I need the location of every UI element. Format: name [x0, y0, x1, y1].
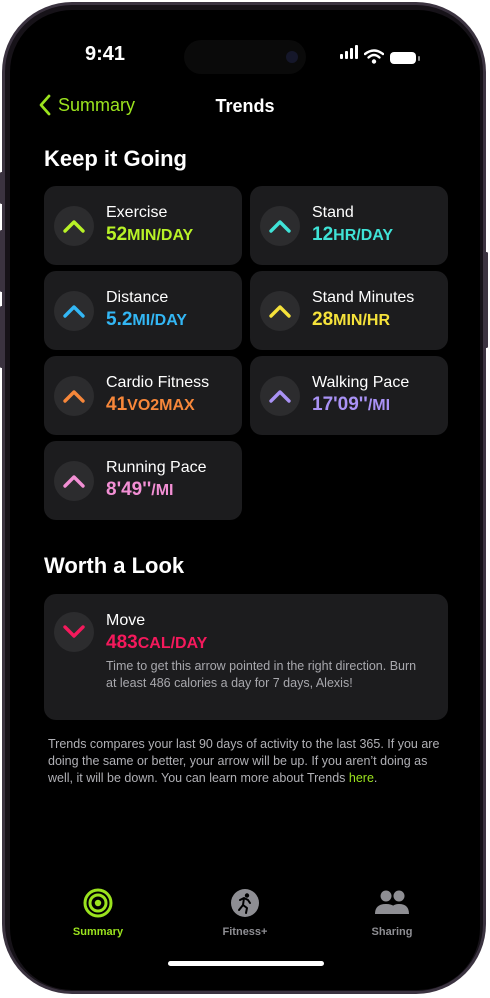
trend-unit: MIN/HR: [333, 312, 391, 329]
trend-unit: /MI: [367, 397, 391, 414]
status-time: 9:41: [85, 43, 126, 65]
status-icons: [340, 45, 420, 64]
side-button: [485, 252, 488, 348]
arrow-up-icon: [54, 376, 94, 416]
learn-more-link[interactable]: here: [349, 771, 374, 785]
trend-unit: MIN/DAY: [127, 227, 194, 244]
trend-value: 17'09'': [312, 394, 368, 415]
summary-rings-icon: [83, 888, 113, 918]
camera-icon: [286, 51, 298, 63]
trend-label: Walking Pace: [312, 374, 410, 391]
arrow-down-icon: [54, 612, 94, 652]
trend-unit: /MI: [151, 482, 174, 499]
tab-label: Fitness+: [222, 926, 268, 938]
explanation-end: .: [373, 771, 378, 785]
trend-label: Distance: [106, 289, 169, 306]
trend-value: 28: [312, 309, 334, 330]
tab-fitness-plus[interactable]: Fitness+: [195, 888, 295, 938]
trend-unit: MI/DAY: [132, 312, 187, 329]
trend-unit: VO2MAX: [127, 397, 195, 414]
wifi-icon: [364, 49, 384, 64]
trend-value: 52: [106, 224, 128, 245]
section-title-keep-going: Keep it Going: [44, 146, 187, 171]
trend-label: Stand Minutes: [312, 289, 415, 306]
trend-card-exercise[interactable]: Exercise 52MIN/DAY: [44, 186, 242, 265]
trend-label: Move: [106, 612, 146, 629]
action-button: [0, 172, 3, 204]
arrow-up-icon: [54, 206, 94, 246]
trend-label: Cardio Fitness: [106, 374, 210, 391]
trend-description: Time to get this arrow pointed in the ri…: [106, 659, 417, 690]
arrow-up-icon: [54, 461, 94, 501]
tab-summary[interactable]: Summary: [48, 888, 148, 938]
screen: 9:41 Summary Trends Keep it Going Exerci…: [10, 10, 480, 990]
tab-label: Summary: [72, 926, 124, 938]
volume-up-button: [0, 230, 3, 292]
tab-sharing[interactable]: Sharing: [342, 888, 442, 938]
trend-value: 483: [106, 632, 138, 653]
trend-card-cardio-fitness[interactable]: Cardio Fitness 41VO2MAX: [44, 356, 242, 435]
trend-label: Running Pace: [106, 459, 207, 476]
page-title: Trends: [215, 96, 275, 116]
trend-card-distance[interactable]: Distance 5.2MI/DAY: [44, 271, 242, 350]
trend-unit: CAL/DAY: [137, 635, 208, 652]
section-title-worth-look: Worth a Look: [44, 553, 185, 578]
trend-value: 12: [312, 224, 334, 245]
trend-label: Exercise: [106, 204, 168, 221]
trend-value: 8'49'': [106, 479, 152, 500]
trend-card-stand-minutes[interactable]: Stand Minutes 28MIN/HR: [250, 271, 448, 350]
trend-unit: HR/DAY: [333, 227, 394, 244]
trend-label: Stand: [312, 204, 354, 221]
battery-icon: [390, 52, 420, 64]
home-indicator[interactable]: [168, 961, 324, 966]
sharing-people-icon: [375, 890, 409, 914]
trends-explanation: Trends compares your last 90 days of act…: [48, 736, 440, 787]
trend-value: 5.2: [106, 309, 133, 330]
fitness-plus-runner-icon: [231, 889, 259, 917]
trend-card-running-pace[interactable]: Running Pace 8'49''/MI: [44, 441, 242, 520]
explanation-text: Trends compares your last 90 days of act…: [48, 737, 440, 785]
trend-card-stand[interactable]: Stand 12HR/DAY: [250, 186, 448, 265]
arrow-up-icon: [260, 206, 300, 246]
cellular-signal-icon: [340, 45, 358, 64]
trend-card-move[interactable]: Move 483CAL/DAY Time to get this arrow p…: [44, 594, 448, 720]
trend-value: 41: [106, 394, 128, 415]
tab-label: Sharing: [371, 926, 413, 938]
volume-down-button: [0, 306, 3, 368]
trend-card-walking-pace[interactable]: Walking Pace 17'09''/MI: [250, 356, 448, 435]
arrow-up-icon: [260, 291, 300, 331]
arrow-up-icon: [54, 291, 94, 331]
arrow-up-icon: [260, 376, 300, 416]
